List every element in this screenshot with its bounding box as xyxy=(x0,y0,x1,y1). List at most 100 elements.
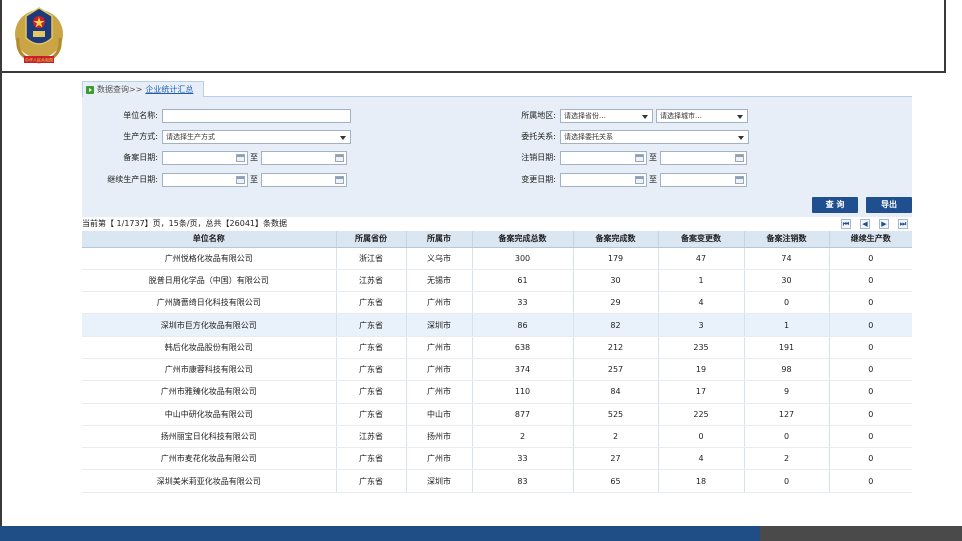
chevron-down-icon xyxy=(738,136,744,140)
change-date-end[interactable] xyxy=(660,173,747,187)
cell-filed-changed: 3 xyxy=(658,313,745,337)
calendar-icon[interactable] xyxy=(635,154,644,162)
prev-page-button[interactable]: ◀ xyxy=(860,219,870,229)
column-header-filed-changed[interactable]: 备案变更数 xyxy=(658,231,745,248)
cell-city: 深圳市 xyxy=(406,313,473,337)
cell-filed-changed: 0 xyxy=(658,425,745,449)
entrust-select[interactable]: 请选择委托关系 xyxy=(560,130,749,144)
cell-filed-done: 29 xyxy=(573,291,659,315)
column-header-continued[interactable]: 继续生产数 xyxy=(829,231,912,248)
company-name-input[interactable] xyxy=(162,109,351,123)
cell-province: 广东省 xyxy=(336,336,407,359)
cell-filed-changed: 4 xyxy=(658,447,745,471)
column-header-company[interactable]: 单位名称 xyxy=(82,231,337,248)
table-row[interactable]: 广州市雅臻化妆品有限公司 广东省 广州市 110 84 17 9 0 xyxy=(82,380,912,404)
cell-filed-done: 2 xyxy=(573,425,659,449)
column-header-total-filed[interactable]: 备案完成总数 xyxy=(472,231,574,248)
cell-total-filed: 83 xyxy=(472,469,574,493)
cancel-date-start[interactable] xyxy=(560,151,647,165)
table-row[interactable]: 广州市麦花化妆品有限公司 广东省 广州市 33 27 4 2 0 xyxy=(82,447,912,471)
production-mode-select[interactable]: 请选择生产方式 xyxy=(162,130,351,144)
export-button[interactable]: 导出 xyxy=(866,197,912,213)
cell-filed-done: 257 xyxy=(573,358,659,382)
breadcrumb-current[interactable]: 企业统计汇总 xyxy=(145,84,193,95)
page-frame-right xyxy=(944,0,946,72)
results-table: 单位名称 所属省份 所属市 备案完成总数 备案完成数 备案变更数 备案注销数 继… xyxy=(82,231,912,493)
first-page-button[interactable]: ⏮ xyxy=(841,219,851,229)
calendar-icon[interactable] xyxy=(735,176,744,184)
production-mode-value: 请选择生产方式 xyxy=(166,133,215,141)
table-row[interactable]: 深圳市巨方化妆品有限公司 广东省 深圳市 86 82 3 1 0 xyxy=(82,313,912,337)
cell-company: 脱普日用化学品（中国）有限公司 xyxy=(82,269,337,293)
cell-total-filed: 61 xyxy=(472,269,574,293)
next-page-icon: ▶ xyxy=(881,220,887,228)
record-date-start[interactable] xyxy=(162,151,248,165)
breadcrumb-arrow-icon xyxy=(86,85,94,94)
city-select-value: 请选择城市... xyxy=(660,112,702,120)
province-select[interactable]: 请选择省份... xyxy=(560,109,653,123)
cell-province: 广东省 xyxy=(336,380,407,404)
cell-province: 广东省 xyxy=(336,358,407,382)
cell-filed-cancelled: 74 xyxy=(744,247,830,270)
cell-filed-cancelled: 0 xyxy=(744,291,830,315)
cell-total-filed: 33 xyxy=(472,291,574,315)
cell-filed-cancelled: 0 xyxy=(744,425,830,449)
calendar-icon[interactable] xyxy=(236,176,245,184)
cell-company: 广州市康蓉科技有限公司 xyxy=(82,358,337,382)
calendar-icon[interactable] xyxy=(735,154,744,162)
cell-continued: 0 xyxy=(829,469,912,493)
table-row[interactable]: 广州悦格化妆品有限公司 浙江省 义乌市 300 179 47 74 0 xyxy=(82,247,912,270)
last-page-button[interactable]: ⏭ xyxy=(898,219,908,229)
column-header-province[interactable]: 所属省份 xyxy=(336,231,407,248)
record-date-end[interactable] xyxy=(261,151,347,165)
table-row[interactable]: 扬州丽宝日化科技有限公司 江苏省 扬州市 2 2 0 0 0 xyxy=(82,425,912,449)
query-button[interactable]: 查 询 xyxy=(812,197,858,213)
prev-page-icon: ◀ xyxy=(862,220,868,228)
province-select-value: 请选择省份... xyxy=(564,112,606,120)
cell-filed-done: 525 xyxy=(573,403,659,426)
cell-continued: 0 xyxy=(829,358,912,382)
cell-filed-changed: 47 xyxy=(658,247,745,270)
table-row[interactable]: 广州市康蓉科技有限公司 广东省 广州市 374 257 19 98 0 xyxy=(82,358,912,382)
breadcrumb-root[interactable]: 数据查询>> xyxy=(97,84,142,95)
cell-province: 广东省 xyxy=(336,469,407,493)
table-row[interactable]: 脱普日用化学品（中国）有限公司 江苏省 无锡市 61 30 1 30 0 xyxy=(82,269,912,293)
column-header-filed-done[interactable]: 备案完成数 xyxy=(573,231,659,248)
cell-company: 深圳市巨方化妆品有限公司 xyxy=(82,313,337,337)
cell-province: 江苏省 xyxy=(336,269,407,293)
cell-filed-done: 82 xyxy=(573,313,659,337)
chevron-down-icon xyxy=(340,136,346,140)
cell-filed-done: 84 xyxy=(573,380,659,404)
column-header-city[interactable]: 所属市 xyxy=(406,231,473,248)
table-row[interactable]: 韩后化妆品股份有限公司 广东省 广州市 638 212 235 191 0 xyxy=(82,336,912,359)
region-label: 所属地区: xyxy=(521,111,556,120)
emblem-icon: 中华人民共和国 xyxy=(15,7,63,64)
cell-filed-done: 27 xyxy=(573,447,659,471)
table-row[interactable]: 中山中研化妆品有限公司 广东省 中山市 877 525 225 127 0 xyxy=(82,403,912,426)
change-date-start[interactable] xyxy=(560,173,647,187)
city-select[interactable]: 请选择城市... xyxy=(656,109,748,123)
cell-city: 无锡市 xyxy=(406,269,473,293)
column-header-filed-cancelled[interactable]: 备案注销数 xyxy=(744,231,830,248)
cancel-date-end[interactable] xyxy=(660,151,747,165)
cell-continued: 0 xyxy=(829,336,912,359)
header-divider xyxy=(0,71,946,73)
calendar-icon[interactable] xyxy=(335,176,344,184)
next-page-button[interactable]: ▶ xyxy=(879,219,889,229)
cell-filed-changed: 1 xyxy=(658,269,745,293)
cell-continued: 0 xyxy=(829,269,912,293)
continue-date-start[interactable] xyxy=(162,173,248,187)
calendar-icon[interactable] xyxy=(335,154,344,162)
record-date-label: 备案日期: xyxy=(123,153,158,162)
cell-company: 广州市麦花化妆品有限公司 xyxy=(82,447,337,471)
calendar-icon[interactable] xyxy=(236,154,245,162)
cell-total-filed: 33 xyxy=(472,447,574,471)
table-row[interactable]: 广州旖蔷绮日化科技有限公司 广东省 广州市 33 29 4 0 0 xyxy=(82,291,912,315)
continue-date-end[interactable] xyxy=(261,173,347,187)
cell-filed-cancelled: 1 xyxy=(744,313,830,337)
cell-filed-cancelled: 30 xyxy=(744,269,830,293)
calendar-icon[interactable] xyxy=(635,176,644,184)
cancel-date-label: 注销日期: xyxy=(521,153,556,162)
table-row[interactable]: 深圳美米莉亚化妆品有限公司 广东省 深圳市 83 65 18 0 0 xyxy=(82,469,912,493)
cell-province: 广东省 xyxy=(336,291,407,315)
